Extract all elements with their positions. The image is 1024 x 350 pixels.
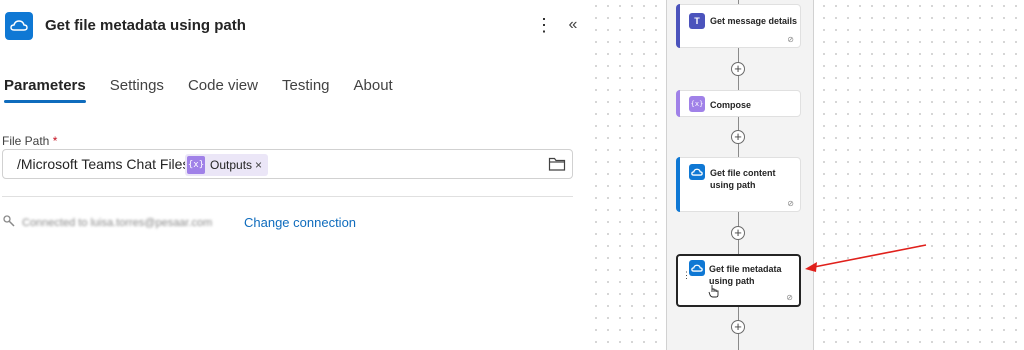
- divider: [2, 196, 573, 197]
- tab-testing[interactable]: Testing: [282, 77, 330, 103]
- token-remove-icon[interactable]: ×: [255, 158, 262, 172]
- double-chevron-left-icon[interactable]: «: [563, 14, 583, 36]
- flow-card-get-file-content[interactable]: Get file content using path ⊘: [676, 157, 801, 212]
- expression-icon: {x}: [187, 156, 205, 174]
- add-step-button[interactable]: +: [731, 62, 745, 76]
- card-accent: [676, 157, 680, 212]
- card-accent: [676, 4, 680, 48]
- compose-icon: {x}: [689, 96, 705, 112]
- tab-about[interactable]: About: [354, 77, 393, 103]
- tab-settings[interactable]: Settings: [110, 77, 164, 103]
- required-mark: *: [52, 134, 58, 148]
- tab-bar: Parameters Settings Code view Testing Ab…: [4, 77, 393, 103]
- flow-card-compose[interactable]: {x} Compose: [676, 90, 801, 117]
- flow-card-get-message-details[interactable]: T Get message details ⊘: [676, 4, 801, 48]
- onedrive-icon: [689, 164, 705, 180]
- card-accent: [676, 90, 680, 117]
- link-icon: ⊘: [787, 199, 794, 208]
- connection-account: Connected to luisa.torres@pesaar.com: [22, 217, 213, 229]
- add-step-button[interactable]: +: [731, 320, 745, 334]
- token-label: Outputs: [210, 158, 253, 172]
- folder-icon[interactable]: [548, 156, 566, 172]
- connection-icon: [3, 215, 15, 227]
- card-label: Get message details: [710, 16, 798, 26]
- more-vertical-icon[interactable]: ⋮: [535, 14, 553, 36]
- add-step-button[interactable]: +: [731, 226, 745, 240]
- file-path-input[interactable]: /Microsoft Teams Chat Files/ {x} Outputs…: [2, 149, 573, 179]
- flow-card-get-file-metadata[interactable]: ⋮ Get file metadata using path ⊘: [676, 254, 801, 307]
- outputs-token[interactable]: {x} Outputs ×: [185, 154, 269, 176]
- onedrive-icon: [5, 12, 33, 40]
- file-path-label-text: File Path: [2, 134, 50, 148]
- add-step-button[interactable]: +: [731, 130, 745, 144]
- panel-title: Get file metadata using path: [45, 17, 246, 34]
- file-path-label: File Path *: [2, 134, 57, 148]
- card-label: Get file metadata using path: [709, 264, 782, 286]
- onedrive-icon: [689, 260, 705, 276]
- action-details-panel: Get file metadata using path ⋮ « Paramet…: [0, 0, 590, 350]
- annotation-arrow: [805, 244, 927, 272]
- link-icon: ⊘: [786, 293, 793, 302]
- change-connection-link[interactable]: Change connection: [244, 215, 356, 230]
- hand-cursor-icon: [708, 285, 719, 298]
- tab-parameters[interactable]: Parameters: [4, 77, 86, 103]
- card-label: Compose: [710, 100, 752, 110]
- link-icon: ⊘: [787, 35, 794, 44]
- tab-code-view[interactable]: Code view: [188, 77, 258, 103]
- card-label: Get file content using path: [710, 168, 776, 190]
- teams-icon: T: [689, 13, 705, 29]
- file-path-value: /Microsoft Teams Chat Files/: [17, 156, 194, 172]
